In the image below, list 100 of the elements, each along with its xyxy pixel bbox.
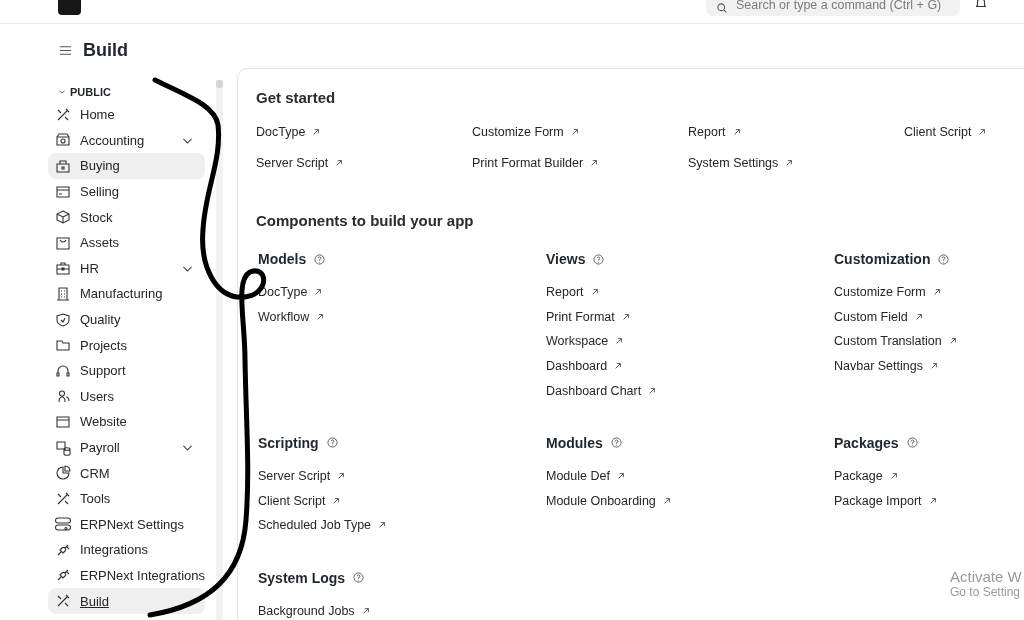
shortcut-link[interactable]: Client Script [904, 122, 1024, 141]
arrow-up-right-icon [314, 288, 323, 297]
sidebar-item[interactable]: Home [48, 102, 205, 128]
arrow-up-right-icon [732, 127, 741, 136]
component-link[interactable]: Dashboard [546, 353, 834, 379]
sidebar-item[interactable]: Tools [48, 485, 205, 512]
component-link[interactable]: Workspace [546, 329, 834, 354]
arrow-up-right-icon [928, 496, 937, 505]
component-link[interactable]: Custom Field [834, 304, 1014, 330]
shortcut-link[interactable]: Server Script [256, 153, 472, 172]
group-title: Scripting [258, 434, 319, 451]
browser-icon [55, 413, 71, 430]
basket-icon [55, 234, 71, 251]
toggle-icon [55, 516, 71, 533]
component-link[interactable]: Background Jobs [258, 598, 546, 620]
sidebar-item[interactable]: ERPNext Integrations [48, 562, 205, 589]
sidebar-item[interactable]: Website [48, 409, 205, 435]
scrollbar-thumb[interactable] [216, 80, 223, 88]
help-icon[interactable] [906, 437, 918, 449]
sidebar-item[interactable]: Assets [48, 229, 205, 256]
sidebar-item[interactable]: Quality [48, 306, 205, 333]
sidebar-item[interactable]: Accounting [48, 127, 205, 154]
arrow-up-right-icon [332, 496, 341, 505]
help-icon[interactable] [326, 437, 338, 449]
shield-icon [55, 311, 71, 328]
search-icon [716, 2, 728, 14]
group-title: Customization [834, 251, 931, 267]
sidebar-item[interactable]: Projects [48, 332, 205, 358]
component-link[interactable]: Custom Translation [834, 329, 1014, 354]
component-link[interactable]: Server Script [258, 463, 546, 489]
arrow-up-right-icon [378, 521, 387, 530]
help-icon[interactable] [593, 253, 605, 265]
shortcut-link[interactable]: Report [688, 122, 904, 141]
arrow-up-right-icon [662, 496, 671, 505]
pie-chart-icon [55, 465, 71, 482]
component-link[interactable]: Navbar Settings [834, 353, 1014, 379]
shortcut-link[interactable]: Customize Form [472, 122, 688, 141]
card-icon [55, 183, 71, 200]
section-title: Get started [256, 89, 337, 106]
arrow-up-right-icon [616, 472, 625, 481]
arrow-up-right-icon [785, 158, 794, 167]
sidebar-item[interactable]: Stock [48, 204, 205, 230]
component-link[interactable]: Scheduled Job Type [258, 513, 546, 538]
building-icon [55, 285, 71, 302]
users-icon [55, 388, 71, 405]
sidebar-item[interactable]: Users [48, 383, 205, 410]
section-title: Components to build your app [256, 212, 475, 229]
component-link[interactable]: Module Def [546, 463, 834, 489]
arrow-up-right-icon [590, 288, 599, 297]
group-title: System Logs [258, 569, 346, 586]
sidebar-item[interactable]: Build [48, 588, 205, 614]
component-link[interactable]: Workflow [258, 304, 546, 330]
group-title: Modules [546, 434, 603, 451]
help-icon[interactable] [353, 572, 365, 584]
arrow-up-right-icon [914, 312, 923, 321]
arrow-up-right-icon [929, 362, 938, 371]
sidebar-item[interactable]: Manufacturing [48, 281, 205, 307]
shortcut-link[interactable]: DocType [256, 122, 472, 141]
notification-bell-icon[interactable] [974, 0, 988, 10]
sidebar-item[interactable]: Buying [48, 153, 205, 179]
search-field[interactable]: Search or type a command (Ctrl + G) [706, 0, 960, 16]
sidebar-item[interactable]: Selling [48, 178, 205, 205]
sidebar-item[interactable]: HR [48, 255, 205, 282]
activation-notice-title: Activate W [950, 568, 1022, 585]
help-icon[interactable] [314, 253, 326, 265]
box-icon [55, 209, 71, 226]
sidebar-item[interactable]: CRM [48, 460, 205, 486]
database-icon [55, 439, 71, 456]
component-link[interactable]: Client Script [258, 488, 546, 514]
briefcase-icon [55, 260, 71, 277]
sidebar-item[interactable]: ERPNext Settings [48, 511, 205, 538]
sidebar-item[interactable]: Support [48, 357, 205, 384]
headset-icon [55, 362, 71, 379]
help-icon[interactable] [938, 253, 950, 265]
component-link[interactable]: Module Onboarding [546, 488, 834, 514]
arrow-up-right-icon [337, 472, 346, 481]
tools-icon [55, 106, 71, 123]
shortcut-link[interactable]: Print Format Builder [472, 153, 688, 172]
component-link[interactable]: Print Format [546, 304, 834, 330]
component-link[interactable]: Customize Form [834, 280, 1014, 305]
arrow-up-right-icon [615, 337, 624, 346]
component-link[interactable]: Package [834, 463, 1014, 489]
help-icon[interactable] [610, 437, 622, 449]
sidebar-item[interactable]: Payroll [48, 434, 205, 461]
wallet-icon [55, 132, 71, 149]
arrow-up-right-icon [648, 386, 657, 395]
component-link[interactable]: Package Import [834, 488, 1014, 514]
sidebar-section-label: PUBLIC [70, 86, 111, 98]
arrow-up-right-icon [948, 337, 957, 346]
app-logo[interactable] [58, 0, 81, 15]
arrow-up-right-icon [312, 127, 321, 136]
arrow-up-right-icon [932, 288, 941, 297]
component-link[interactable]: Dashboard Chart [546, 378, 834, 403]
shortcut-link[interactable]: System Settings [688, 153, 904, 172]
sidebar-item[interactable]: Integrations [48, 537, 205, 563]
arrow-up-right-icon [614, 362, 623, 371]
component-link[interactable]: Report [546, 280, 834, 305]
tools-icon [55, 490, 71, 507]
arrow-up-right-icon [316, 312, 325, 321]
arrow-up-right-icon [361, 607, 370, 616]
